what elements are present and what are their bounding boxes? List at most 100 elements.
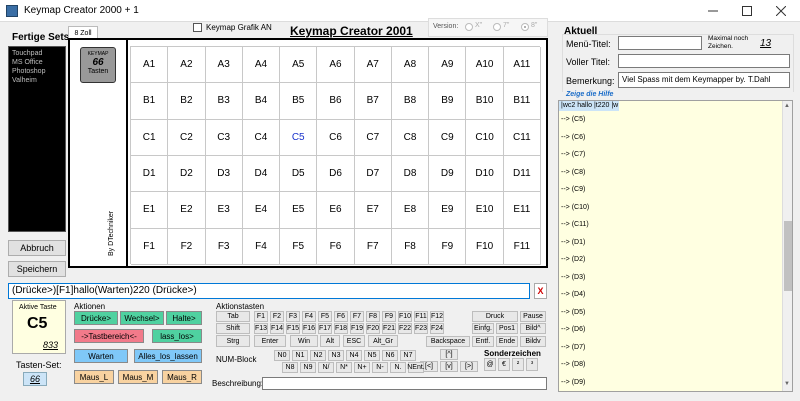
log-line[interactable]: --> (C7) [559,146,792,164]
grid-key-e8[interactable]: E8 [391,192,430,229]
strg-key[interactable]: Strg [216,335,250,347]
grid-key-f7[interactable]: F7 [354,228,392,265]
backspace-key[interactable]: Backspace [426,336,470,347]
fertige-sets-list[interactable]: Touchpad MS Office Photoshop Valheim [8,46,66,232]
fkey-f20[interactable]: F20 [366,323,380,334]
bild-down-key[interactable]: Bildv [520,336,546,347]
grid-key-f11[interactable]: F11 [503,228,541,265]
alles-los-lassen-button[interactable]: Alles_los_lassen [134,349,202,363]
fkey-f5[interactable]: F5 [318,311,332,322]
numkey-nent-[interactable]: NEnt. [407,362,425,373]
grid-key-e10[interactable]: E10 [466,192,504,229]
log-line[interactable]: --> (D9) [559,374,792,392]
fkey-f24[interactable]: F24 [430,323,444,334]
list-item[interactable]: MS Office [12,58,62,67]
numkey-n-[interactable]: N- [372,362,388,373]
grid-key-d2[interactable]: D2 [168,156,206,193]
entf-key[interactable]: Entf. [472,336,494,347]
fkey-f16[interactable]: F16 [302,323,316,334]
fkey-f13[interactable]: F13 [254,323,268,334]
grid-key-c5[interactable]: C5 [280,119,318,156]
numkey-n0[interactable]: N0 [274,350,290,361]
log-line[interactable]: --> (D4) [559,286,792,304]
grid-key-a3[interactable]: A3 [205,47,243,84]
macro-input[interactable]: (Drücke>)[F1]hallo(Warten)220 (Drücke>) [8,283,530,299]
grid-key-d9[interactable]: D9 [429,156,467,193]
numkey-n-[interactable]: N* [336,362,352,373]
grid-key-d11[interactable]: D11 [503,156,541,193]
scroll-thumb[interactable] [784,221,792,291]
fkey-f18[interactable]: F18 [334,323,348,334]
grid-key-c7[interactable]: C7 [354,119,392,156]
fkey-f1[interactable]: F1 [254,311,268,322]
grid-key-b6[interactable]: B6 [317,83,355,120]
grid-key-c3[interactable]: C3 [205,119,243,156]
scroll-down-icon[interactable]: ▼ [784,381,790,387]
grid-key-f2[interactable]: F2 [168,228,206,265]
einfg-key[interactable]: Einfg. [472,323,494,334]
fkey-f10[interactable]: F10 [398,311,412,322]
maus-m-button[interactable]: Maus_M [118,370,158,384]
fkey-f11[interactable]: F11 [414,311,428,322]
numkey-n-[interactable]: N. [390,362,406,373]
grid-key-b5[interactable]: B5 [280,83,318,120]
fkey-f17[interactable]: F17 [318,323,332,334]
grid-key-c8[interactable]: C8 [391,119,430,156]
maus-r-button[interactable]: Maus_R [162,370,202,384]
win-key[interactable]: Win [290,335,318,347]
numkey-n7[interactable]: N7 [400,350,416,361]
numkey-n3[interactable]: N3 [328,350,344,361]
numkey-n4[interactable]: N4 [346,350,362,361]
grid-key-a8[interactable]: A8 [391,47,430,84]
tasten-set-value[interactable]: 66 [23,372,47,386]
numkey-n5[interactable]: N5 [364,350,380,361]
grid-key-e6[interactable]: E6 [317,192,355,229]
lass-los-button[interactable]: lass_los> [152,329,202,343]
log-line[interactable]: --> (C5) [559,111,792,129]
log-line[interactable]: --> (D3) [559,269,792,287]
grid-key-d7[interactable]: D7 [354,156,392,193]
grid-key-f9[interactable]: F9 [429,228,467,265]
fkey-f23[interactable]: F23 [414,323,428,334]
grid-key-f3[interactable]: F3 [205,228,243,265]
special-char--[interactable]: @ [484,358,496,371]
grid-key-e2[interactable]: E2 [168,192,206,229]
fkey-f8[interactable]: F8 [366,311,380,322]
list-item[interactable]: Valheim [12,76,62,85]
grid-key-e11[interactable]: E11 [503,192,541,229]
warten-button[interactable]: Warten [74,349,128,363]
speichern-button[interactable]: Speichern [8,261,66,277]
grid-key-f10[interactable]: F10 [466,228,504,265]
numkey-n-[interactable]: N/ [318,362,334,373]
tab-key[interactable]: Tab [216,311,250,322]
shift-key[interactable]: Shift [216,323,250,334]
grid-key-a10[interactable]: A10 [466,47,504,84]
keymap-grafik-checkbox[interactable] [193,23,202,32]
clear-button[interactable]: X [534,283,547,299]
special-char--[interactable]: € [498,358,510,371]
grid-key-a2[interactable]: A2 [168,47,206,84]
version-radio-8[interactable] [521,23,529,31]
fkey-f14[interactable]: F14 [270,323,284,334]
log-line[interactable]: --> (C9) [559,181,792,199]
bild-up-key[interactable]: Bild^ [520,323,546,334]
grid-key-f6[interactable]: F6 [317,228,355,265]
grid-key-b9[interactable]: B9 [429,83,467,120]
log-line[interactable]: --> (C6) [559,129,792,147]
grid-key-e3[interactable]: E3 [205,192,243,229]
fkey-f21[interactable]: F21 [382,323,396,334]
special-char--[interactable]: ² [512,358,524,371]
grid-key-e7[interactable]: E7 [354,192,392,229]
fkey-f6[interactable]: F6 [334,311,348,322]
grid-key-c6[interactable]: C6 [317,119,355,156]
grid-key-d3[interactable]: D3 [205,156,243,193]
grid-key-b8[interactable]: B8 [391,83,430,120]
version-radio-x[interactable] [465,23,473,31]
beschreibung-input[interactable] [262,377,547,390]
bemerkung-input[interactable]: Viel Spass mit dem Keymapper by. T.Dahl [618,72,790,88]
numkey-n2[interactable]: N2 [310,350,326,361]
menu-titel-input[interactable] [618,36,702,50]
grid-key-e1[interactable]: E1 [131,192,169,229]
grid-key-b3[interactable]: B3 [205,83,243,120]
minimize-button[interactable] [696,0,730,22]
